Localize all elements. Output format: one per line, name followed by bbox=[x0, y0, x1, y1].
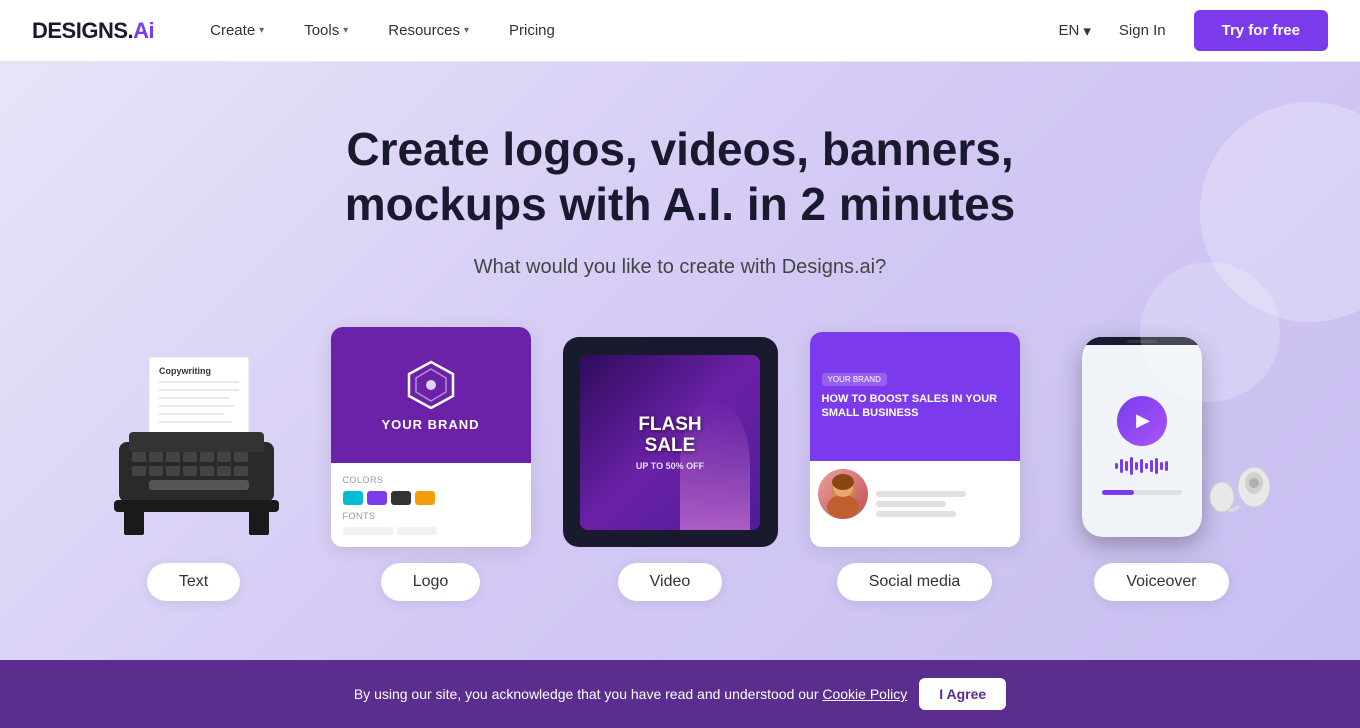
hero-subtitle: What would you like to create with Desig… bbox=[474, 256, 886, 279]
card-voiceover-label: Voiceover bbox=[1094, 563, 1228, 601]
social-text-line-2 bbox=[876, 501, 946, 507]
color-swatch-1 bbox=[343, 491, 363, 505]
social-text-line-3 bbox=[876, 511, 956, 517]
card-social-label: Social media bbox=[837, 563, 993, 601]
card-voiceover[interactable]: ▶ bbox=[1052, 332, 1272, 601]
card-video-label: Video bbox=[618, 563, 723, 601]
chevron-down-icon: ▾ bbox=[343, 25, 348, 36]
i-agree-button[interactable]: I Agree bbox=[919, 678, 1006, 710]
card-logo[interactable]: YOUR BRAND Colors Fonts bbox=[331, 327, 531, 601]
phone-play-circle: ▶ bbox=[1117, 396, 1167, 446]
cookie-text: By using our site, you acknowledge that … bbox=[354, 686, 907, 702]
social-image: YOUR BRAND HOW TO BOOST SALES IN YOUR SM… bbox=[810, 332, 1020, 547]
try-free-button[interactable]: Try for free bbox=[1194, 10, 1328, 51]
logo-brand-image: YOUR BRAND Colors Fonts bbox=[331, 327, 531, 547]
card-logo-label: Logo bbox=[381, 563, 481, 601]
cards-row: Copywriting bbox=[40, 327, 1320, 601]
logo-text: DESIGNS.Ai bbox=[32, 18, 154, 44]
voiceover-image: ▶ bbox=[1052, 332, 1272, 547]
typewriter-image: Copywriting bbox=[89, 347, 299, 547]
nav-item-tools[interactable]: Tools ▾ bbox=[288, 14, 364, 47]
color-swatch-3 bbox=[391, 491, 411, 505]
nav-item-create[interactable]: Create ▾ bbox=[194, 14, 280, 47]
font-swatch-1 bbox=[343, 527, 393, 535]
card-text-label: Text bbox=[147, 563, 240, 601]
sign-in-link[interactable]: Sign In bbox=[1107, 14, 1178, 47]
language-selector[interactable]: EN ▾ bbox=[1059, 22, 1091, 40]
social-avatar bbox=[818, 469, 868, 519]
card-text[interactable]: Copywriting bbox=[89, 347, 299, 601]
card-video[interactable]: FLASHSALE UP TO 50% OFF Video bbox=[563, 337, 778, 601]
brand-fonts-row bbox=[343, 527, 519, 535]
social-badge: YOUR BRAND bbox=[822, 373, 887, 386]
phone-device: ▶ bbox=[1082, 337, 1202, 537]
nav-item-resources[interactable]: Resources ▾ bbox=[372, 14, 485, 47]
brand-colors-label: Colors bbox=[343, 475, 519, 485]
cookie-policy-link[interactable]: Cookie Policy bbox=[822, 686, 907, 702]
chevron-down-icon: ▾ bbox=[259, 25, 264, 36]
waveform bbox=[1115, 454, 1168, 478]
tablet-screen: FLASHSALE UP TO 50% OFF bbox=[580, 355, 760, 530]
color-swatch-2 bbox=[367, 491, 387, 505]
hero-section: Create logos, videos, banners, mockups w… bbox=[0, 62, 1360, 660]
logo-ai: Ai bbox=[133, 18, 154, 43]
logo[interactable]: DESIGNS.Ai bbox=[32, 18, 154, 44]
nav-right: EN ▾ Sign In Try for free bbox=[1059, 10, 1328, 51]
cookie-banner: By using our site, you acknowledge that … bbox=[0, 660, 1360, 728]
chevron-down-icon: ▾ bbox=[464, 25, 469, 36]
font-swatch-2 bbox=[397, 527, 437, 535]
social-headline: HOW TO BOOST SALES IN YOUR SMALL BUSINES… bbox=[822, 392, 1008, 421]
tablet-image: FLASHSALE UP TO 50% OFF bbox=[563, 337, 778, 547]
brand-color-row bbox=[343, 491, 519, 505]
social-text-line-1 bbox=[876, 491, 966, 497]
nav-item-pricing[interactable]: Pricing bbox=[493, 14, 571, 47]
earbuds bbox=[1202, 457, 1277, 532]
card-social[interactable]: YOUR BRAND HOW TO BOOST SALES IN YOUR SM… bbox=[810, 332, 1020, 601]
progress-bar bbox=[1102, 490, 1182, 495]
color-swatch-4 bbox=[415, 491, 435, 505]
brand-fonts-label: Fonts bbox=[343, 511, 519, 521]
brand-name-text: YOUR BRAND bbox=[381, 417, 479, 432]
nav-links: Create ▾ Tools ▾ Resources ▾ Pricing bbox=[194, 14, 1058, 47]
hero-title: Create logos, videos, banners, mockups w… bbox=[250, 122, 1110, 232]
navbar: DESIGNS.Ai Create ▾ Tools ▾ Resources ▾ … bbox=[0, 0, 1360, 62]
svg-text:Copywriting: Copywriting bbox=[159, 366, 211, 376]
chevron-down-icon: ▾ bbox=[1083, 22, 1091, 40]
